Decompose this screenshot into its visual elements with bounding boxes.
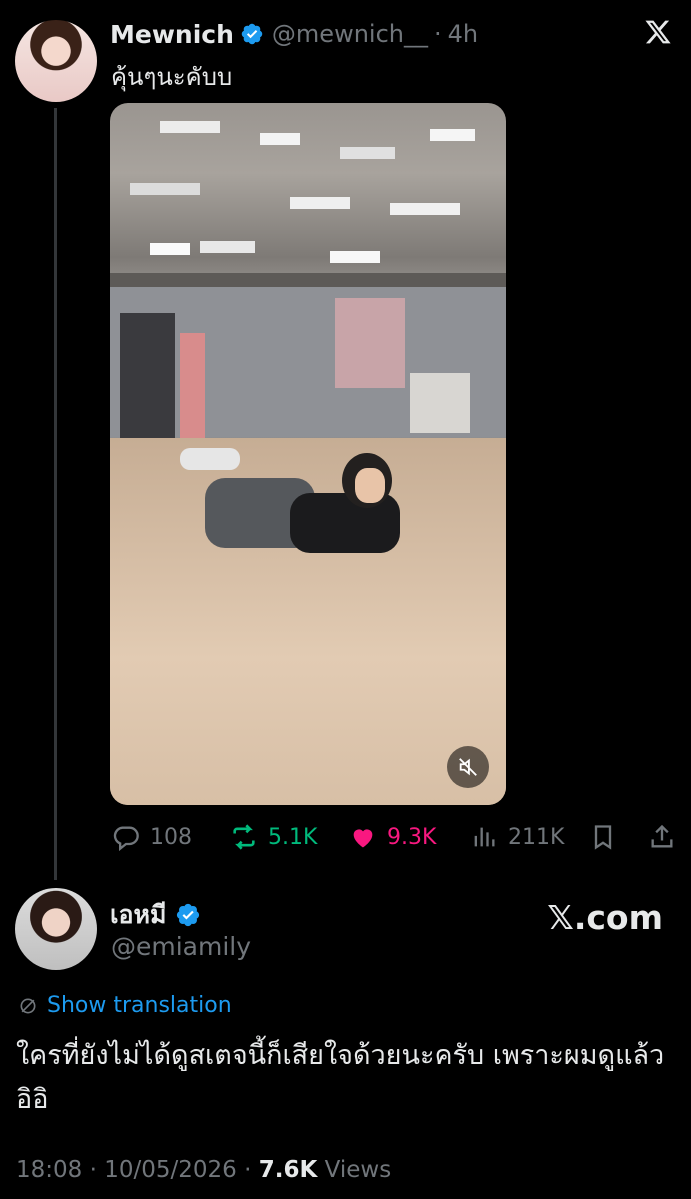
show-translation-label: Show translation bbox=[47, 993, 232, 1018]
author-name[interactable]: Mewnich bbox=[110, 20, 234, 49]
reply-button[interactable]: 108 bbox=[112, 818, 192, 856]
views-icon bbox=[474, 827, 495, 847]
separator-dot: · bbox=[433, 20, 442, 48]
views-label: Views bbox=[317, 1157, 392, 1183]
show-translation-link[interactable]: Show translation bbox=[18, 993, 232, 1018]
author-handle[interactable]: @mewnich__ bbox=[272, 20, 428, 48]
reply-count: 108 bbox=[150, 824, 192, 850]
verified-badge-icon bbox=[176, 903, 199, 927]
bookmark-button[interactable] bbox=[589, 818, 627, 856]
tweet-video[interactable] bbox=[110, 103, 506, 805]
views-total: 7.6K bbox=[258, 1157, 318, 1183]
tweet-meta: 18:08 · 10/05/2026 · 7.6K Views bbox=[16, 1157, 391, 1183]
x-logo-icon[interactable] bbox=[644, 18, 672, 46]
tweet-header: Mewnich @mewnich__ · 4h bbox=[110, 17, 478, 51]
reply-icon bbox=[113, 826, 139, 851]
views-button[interactable]: 211K bbox=[470, 818, 564, 856]
mute-button[interactable] bbox=[447, 746, 489, 788]
date-time[interactable]: 18:08 · 10/05/2026 · bbox=[16, 1157, 259, 1183]
quote-author-row: เอหมี bbox=[110, 895, 201, 935]
translate-icon bbox=[20, 998, 36, 1013]
repost-icon bbox=[233, 824, 255, 850]
author-avatar[interactable] bbox=[15, 20, 97, 102]
verified-badge-icon bbox=[241, 23, 263, 45]
quote-author-name[interactable]: เอหมี bbox=[110, 895, 167, 935]
repost-button[interactable]: 5.1K bbox=[230, 818, 317, 856]
like-button[interactable]: 9.3K bbox=[349, 818, 436, 856]
quote-author-handle[interactable]: @emiamily bbox=[111, 932, 251, 961]
repost-count: 5.1K bbox=[268, 824, 318, 850]
share-icon bbox=[651, 824, 673, 848]
mute-icon bbox=[459, 758, 477, 776]
quote-text: ใครที่ยังไม่ได้ดูสเตจนี้ก็เสียใจด้วยนะคร… bbox=[16, 1040, 665, 1115]
like-icon bbox=[353, 829, 373, 848]
tweet-text: คุ้นๆนะคับบ bbox=[111, 63, 233, 91]
x-com-logo: 𝕏.com bbox=[547, 898, 663, 937]
quote-author-avatar[interactable] bbox=[15, 888, 97, 970]
thread-line bbox=[54, 108, 57, 880]
views-count: 211K bbox=[508, 824, 565, 850]
share-button[interactable] bbox=[648, 818, 686, 856]
bookmark-icon bbox=[594, 825, 612, 850]
like-count: 9.3K bbox=[387, 824, 437, 850]
tweet-time[interactable]: 4h bbox=[448, 20, 478, 48]
